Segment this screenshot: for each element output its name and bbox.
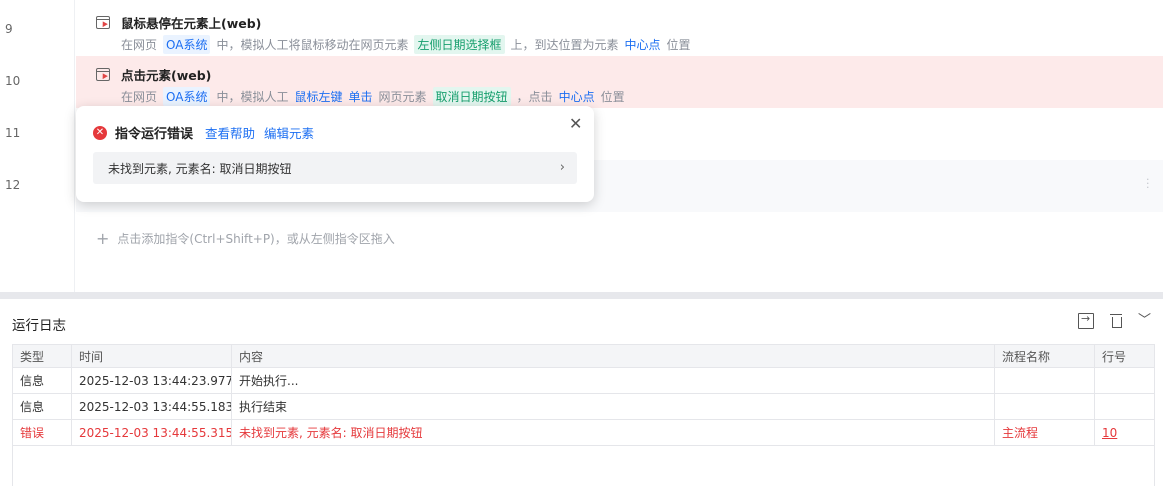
log-table: 类型 时间 内容 流程名称 行号 信息 2025-12-03 13:44:23.… <box>12 344 1155 486</box>
add-command-hint[interactable]: + 点击添加指令(Ctrl+Shift+P)，或从左侧指令区拖入 <box>96 229 395 248</box>
column-header: 时间 <box>72 345 232 367</box>
command-row-click-error[interactable]: 点击元素(web) 在网页 OA系统 中，模拟人工 鼠标左键 单击 网页元素 取消日期按钮 ，… <box>76 56 1163 108</box>
command-row-hover[interactable]: 鼠标悬停在元素上(web) 在网页 OA系统 中，模拟人工将鼠标移动在网页元素 左侧日… <box>76 4 1163 56</box>
log-flow: 主流程 <box>995 420 1095 445</box>
param-tag[interactable]: 鼠标左键 <box>294 88 342 105</box>
param-tag[interactable]: OA系统 <box>163 35 211 54</box>
chevron-down-icon[interactable]: ﹀ <box>1138 313 1151 329</box>
param-tag[interactable]: 中心点 <box>625 36 661 53</box>
table-row[interactable]: 信息 2025-12-03 13:44:23.977 开始执行... <box>13 368 1154 394</box>
line-number-link[interactable]: 10 <box>1102 426 1117 440</box>
desc-text: 中，模拟人工将鼠标移动在网页元素 <box>216 38 409 52</box>
desc-text: 位置 <box>600 90 625 104</box>
error-message: 未找到元素, 元素名: 取消日期按钮 <box>108 161 292 176</box>
param-tag[interactable]: 中心点 <box>559 88 595 105</box>
command-title: 鼠标悬停在元素上(web) <box>121 16 262 31</box>
run-log-panel: 运行日志 ﹀ 类型 时间 内容 流程名称 行号 信息 2025-12-03 13… <box>0 299 1163 486</box>
add-command-text: 点击添加指令(Ctrl+Shift+P)，或从左侧指令区拖入 <box>117 232 395 246</box>
desc-text: 中，模拟人工 <box>216 90 289 104</box>
desc-text: 网页元素 <box>378 90 427 104</box>
log-time: 2025-12-03 13:44:55.183 <box>72 394 232 419</box>
chevron-right-icon: › <box>559 160 565 175</box>
popover-title: 指令运行错误 <box>115 127 194 142</box>
log-type: 错误 <box>13 420 72 445</box>
column-header: 流程名称 <box>995 345 1095 367</box>
view-help-link[interactable]: 查看帮助 <box>205 123 255 142</box>
log-type: 信息 <box>13 394 72 419</box>
line-number: 12 <box>5 178 21 192</box>
desc-text: 在网页 <box>121 38 158 52</box>
panel-splitter[interactable] <box>0 292 1163 299</box>
app-root: 9 10 11 12 鼠标悬停在元素上(web) 在网页 OA系统 中，模拟人工将鼠… <box>0 0 1163 486</box>
param-tag[interactable]: OA系统 <box>163 87 211 106</box>
column-header: 行号 <box>1102 349 1127 364</box>
line-number-gutter: 9 10 11 12 <box>0 0 75 292</box>
trash-icon[interactable] <box>1108 313 1124 329</box>
edit-element-link[interactable]: 编辑元素 <box>264 123 314 142</box>
desc-text: 上，到达位置为元素 <box>510 38 619 52</box>
desc-text: 位置 <box>666 38 691 52</box>
command-description: 在网页 OA系统 中，模拟人工将鼠标移动在网页元素 左侧日期选择框 上，到达位置为元素中… <box>121 35 697 54</box>
web-command-icon <box>96 68 110 81</box>
log-flow <box>995 368 1095 393</box>
table-row[interactable]: 信息 2025-12-03 13:44:55.183 执行结束 <box>13 394 1154 420</box>
desc-text: ，点击 <box>516 90 553 104</box>
line-number: 9 <box>5 22 13 36</box>
command-title: 点击元素(web) <box>121 68 212 83</box>
error-message-box[interactable]: 未找到元素, 元素名: 取消日期按钮 › <box>93 152 577 184</box>
log-type: 信息 <box>13 368 72 393</box>
log-content: 开始执行... <box>232 368 995 393</box>
popover-header: ✕ 指令运行错误 查看帮助 编辑元素 <box>93 123 323 142</box>
log-flow <box>995 394 1095 419</box>
element-tag[interactable]: 取消日期按钮 <box>432 87 511 106</box>
log-title: 运行日志 <box>12 318 66 334</box>
log-toolbar: ﹀ <box>1078 312 1151 329</box>
column-header: 内容 <box>232 345 995 367</box>
log-line-cell: 10 <box>1095 420 1154 445</box>
plus-icon: + <box>96 229 110 248</box>
error-circle-icon: ✕ <box>93 125 107 140</box>
more-options-icon[interactable]: · · · <box>1146 174 1150 193</box>
line-number: 11 <box>5 126 21 140</box>
element-tag[interactable]: 左侧日期选择框 <box>414 35 505 54</box>
log-content: 执行结束 <box>232 394 995 419</box>
column-header: 类型 <box>13 345 72 367</box>
log-time: 2025-12-03 13:44:23.977 <box>72 368 232 393</box>
close-icon[interactable]: ✕ <box>569 114 582 133</box>
export-log-icon[interactable] <box>1078 312 1094 329</box>
log-time: 2025-12-03 13:44:55.315 <box>72 420 232 445</box>
web-command-icon <box>96 16 110 29</box>
error-popover: ✕ 指令运行错误 查看帮助 编辑元素 ✕ 未找到元素, 元素名: 取消日期按钮 … <box>76 106 594 202</box>
table-row-error[interactable]: 错误 2025-12-03 13:44:55.315 未找到元素, 元素名: 取… <box>13 420 1154 446</box>
log-content: 未找到元素, 元素名: 取消日期按钮 <box>232 420 995 445</box>
param-tag[interactable]: 单击 <box>349 88 373 105</box>
table-header: 类型 时间 内容 流程名称 行号 <box>13 345 1154 368</box>
command-description: 在网页 OA系统 中，模拟人工 鼠标左键 单击 网页元素 取消日期按钮 ，点击 中心点 位置 <box>121 87 631 106</box>
desc-text: 在网页 <box>121 90 158 104</box>
line-number: 10 <box>5 74 21 88</box>
